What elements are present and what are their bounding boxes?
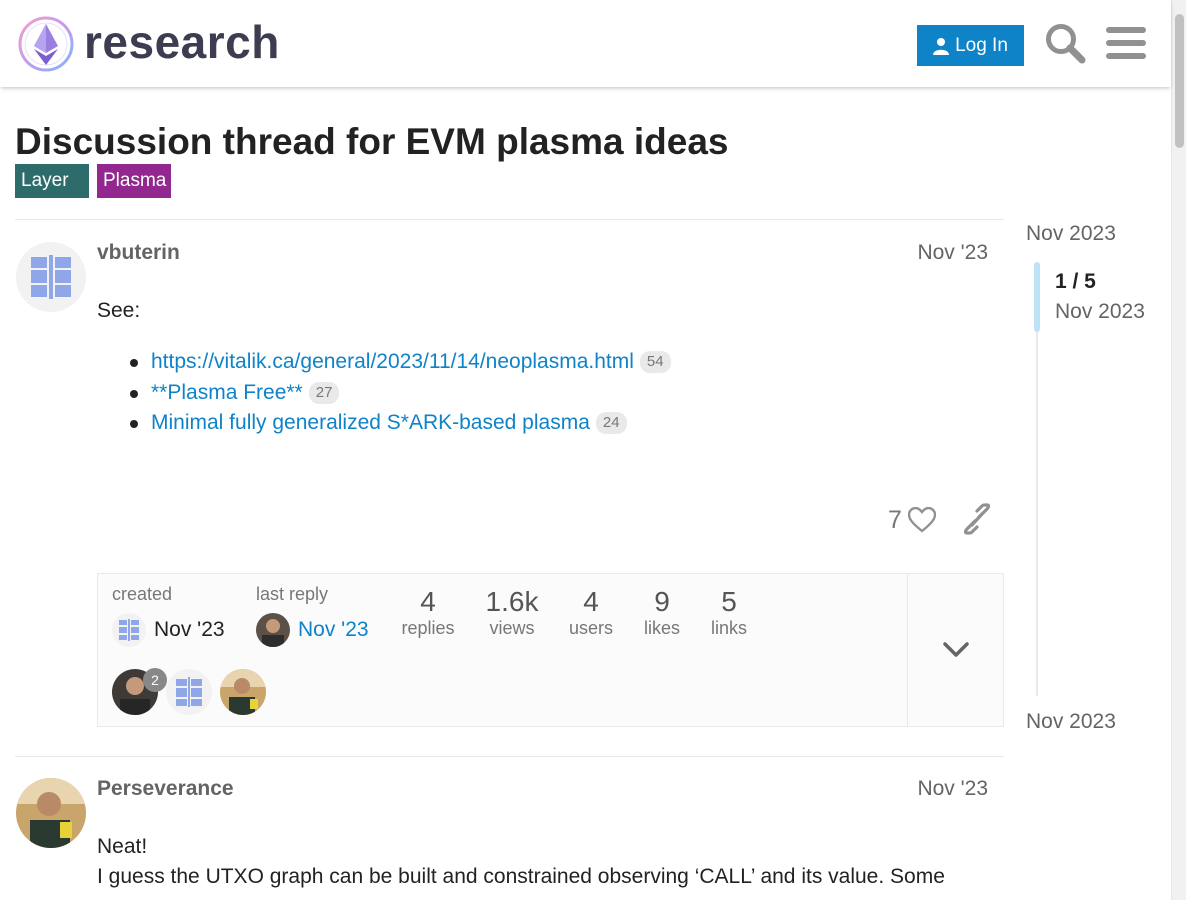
list-item: https://vitalik.ca/general/2023/11/14/ne…: [130, 347, 671, 378]
category-badge-layer-2[interactable]: Layer 2: [15, 164, 89, 225]
site-header: research Log In: [0, 0, 1171, 87]
timeline-position: 1 / 5: [1055, 270, 1096, 293]
topic-title[interactable]: Discussion thread for EVM plasma ideas: [15, 120, 729, 164]
participant-avatar[interactable]: [220, 669, 266, 715]
avatar-last-replier[interactable]: [256, 613, 290, 647]
link-click-count-badge: 24: [595, 412, 627, 434]
post-link-list: https://vitalik.ca/general/2023/11/14/ne…: [130, 347, 671, 439]
post-text: Neat!: [97, 835, 148, 858]
like-button[interactable]: 7: [888, 503, 936, 537]
user-icon: [933, 37, 950, 55]
timeline-scroller-handle[interactable]: [1034, 262, 1040, 332]
stat-number: 5: [721, 586, 737, 617]
post-link[interactable]: Minimal fully generalized S*ARK-based pl…: [151, 411, 590, 434]
link-click-count-badge: 54: [639, 351, 671, 373]
stat-label: users: [568, 618, 613, 638]
stat-label: replies: [401, 618, 455, 638]
last-reply-date[interactable]: Nov '23: [298, 618, 369, 642]
like-count: 7: [888, 505, 902, 534]
post-text: I guess the UTXO graph can be built and …: [97, 865, 945, 888]
created-date: Nov '23: [154, 618, 225, 641]
post-username[interactable]: vbuterin: [97, 241, 180, 265]
stat-number: 4: [583, 586, 599, 617]
stat-views: 1.6k views: [480, 586, 544, 639]
post-text: See:: [97, 299, 141, 322]
login-label: Log In: [955, 34, 1008, 56]
stat-label: links: [710, 618, 747, 638]
avatar-creator[interactable]: [112, 613, 146, 647]
stat-links[interactable]: 5 links: [707, 586, 751, 639]
site-name[interactable]: research: [84, 14, 280, 70]
stat-number: 4: [420, 586, 436, 617]
post-link[interactable]: **Plasma Free**: [151, 381, 303, 404]
timeline-current-date: Nov 2023: [1055, 300, 1145, 323]
participant-avatar[interactable]: [166, 669, 212, 715]
page-scrollbar[interactable]: [1171, 0, 1186, 900]
scrollbar-thumb[interactable]: [1175, 14, 1184, 148]
stat-likes: 9 likes: [640, 586, 684, 639]
participant-post-count: 2: [143, 668, 167, 692]
post-divider: [15, 219, 1004, 220]
post-link[interactable]: https://vitalik.ca/general/2023/11/14/ne…: [151, 350, 634, 373]
hamburger-menu-icon[interactable]: [1106, 25, 1146, 61]
ethereum-research-logo[interactable]: [16, 14, 76, 74]
search-icon[interactable]: [1043, 21, 1087, 65]
stat-label: views: [489, 618, 535, 638]
link-icon[interactable]: [962, 503, 992, 535]
last-reply-label: last reply: [256, 584, 329, 604]
stat-number: 1.6k: [485, 586, 539, 617]
avatar-perseverance[interactable]: [16, 778, 86, 848]
topic-map-expand-button[interactable]: [907, 573, 1004, 727]
stat-number: 9: [654, 586, 670, 617]
post-date[interactable]: Nov '23: [917, 241, 988, 265]
post-date[interactable]: Nov '23: [917, 777, 988, 801]
chevron-down-icon: [942, 642, 969, 657]
heart-icon: [907, 507, 936, 533]
list-item: Minimal fully generalized S*ARK-based pl…: [130, 408, 671, 439]
post-username[interactable]: Perseverance: [97, 777, 234, 801]
timeline-start-date[interactable]: Nov 2023: [1026, 222, 1116, 246]
login-button[interactable]: Log In: [917, 25, 1024, 66]
avatar-vbuterin[interactable]: [16, 242, 86, 312]
timeline-end-date[interactable]: Nov 2023: [1026, 710, 1116, 734]
stat-label: likes: [643, 618, 680, 638]
category-badge-plasma[interactable]: Plasma: [97, 164, 171, 198]
link-click-count-badge: 27: [308, 381, 340, 404]
stat-users: 4 users: [565, 586, 617, 639]
created-label: created: [112, 584, 173, 604]
list-item: **Plasma Free** 27: [130, 378, 671, 409]
post-divider: [15, 756, 1004, 757]
stat-replies: 4 replies: [398, 586, 458, 639]
